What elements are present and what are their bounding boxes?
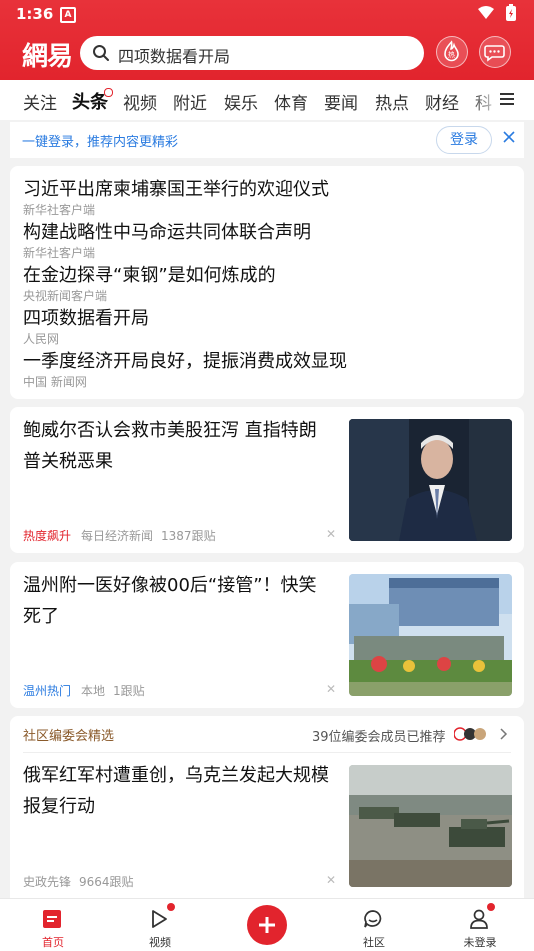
- nav-video[interactable]: 视频: [120, 899, 200, 951]
- divider: [23, 752, 511, 753]
- headline-title[interactable]: 构建战略性中马命运共同体联合声明: [23, 218, 311, 244]
- search-placeholder: 四项数据看开局: [118, 47, 231, 66]
- news-source: 每日经济新闻: [81, 529, 154, 543]
- news-image[interactable]: [349, 419, 512, 541]
- news-title[interactable]: 俄军红军村遭重创，乌克兰发起大规模报复行动: [23, 760, 333, 822]
- message-button[interactable]: [479, 36, 511, 68]
- news-comments: 9664跟贴: [79, 875, 134, 889]
- headline-source: 人民网: [23, 332, 60, 346]
- news-comments: 1387跟贴: [161, 529, 216, 543]
- headline-source: 新华社客户端: [23, 246, 96, 260]
- tab-entertainment[interactable]: 娱乐: [224, 89, 258, 114]
- news-comments: 1跟贴: [113, 684, 145, 698]
- nav-profile-dot: [487, 903, 495, 911]
- bottom-nav: 首页 视频 社区 未登录: [0, 898, 534, 951]
- close-icon[interactable]: [502, 130, 516, 144]
- status-bar: 1:36 A: [0, 0, 534, 28]
- search-bar[interactable]: 四项数据看开局: [80, 36, 424, 70]
- nav-profile[interactable]: 未登录: [440, 899, 520, 951]
- headline-title[interactable]: 习近平出席柬埔寨国王举行的欢迎仪式: [23, 175, 329, 201]
- nav-video-dot: [167, 903, 175, 911]
- news-image[interactable]: [349, 765, 512, 887]
- publish-button[interactable]: [247, 905, 287, 945]
- status-time: 1:36: [16, 5, 54, 23]
- tab-news[interactable]: 要闻: [324, 89, 358, 114]
- login-banner: 一键登录，推荐内容更精彩 登录: [10, 122, 524, 158]
- hot-icon: 热: [444, 40, 459, 62]
- user-icon: [470, 909, 488, 929]
- news-source: 本地: [81, 684, 106, 698]
- community-card[interactable]: 社区编委会精选 39位编委会成员已推荐 俄军红军村遭重创，乌克兰发起大规模报复行…: [10, 716, 524, 898]
- nav-home[interactable]: 首页: [13, 899, 93, 951]
- nav-community[interactable]: 社区: [334, 899, 414, 951]
- play-icon: [152, 910, 167, 928]
- headlines-card: 习近平出席柬埔寨国王举行的欢迎仪式 新华社客户端 构建战略性中马命运共同体联合声…: [10, 166, 524, 399]
- headline-source: 中国 新闻网: [23, 375, 87, 389]
- community-label: 社区编委会精选: [23, 729, 115, 744]
- news-image[interactable]: [349, 574, 512, 696]
- notification-icon: A: [60, 7, 76, 23]
- tab-nearby[interactable]: 附近: [173, 89, 207, 114]
- nav-home-label: 首页: [42, 936, 64, 949]
- local-tag: 温州热门: [23, 684, 72, 698]
- news-meta: 史政先锋 9664跟贴: [23, 873, 142, 890]
- community-icon: [364, 910, 382, 928]
- news-card[interactable]: 温州附一医好像被00后“接管”！快笑死了 温州热门 本地 1跟贴 ✕: [10, 562, 524, 708]
- community-recommend[interactable]: 39位编委会成员已推荐: [312, 726, 446, 745]
- headline-title[interactable]: 一季度经济开局良好，提振消费成效显现: [23, 347, 347, 373]
- hospital-image: [349, 574, 512, 696]
- search-icon: [93, 45, 109, 61]
- tab-sports[interactable]: 体育: [274, 89, 308, 114]
- nav-community-label: 社区: [363, 936, 385, 949]
- news-meta: 温州热门 本地 1跟贴: [23, 682, 153, 699]
- news-title[interactable]: 温州附一医好像被00后“接管”！快笑死了: [23, 570, 333, 632]
- news-card[interactable]: 鲍威尔否认会救市美股狂泻 直指特朗普关税恶果 热度飙升 每日经济新闻 1387跟贴 …: [10, 407, 524, 553]
- chevron-right-icon[interactable]: [500, 728, 508, 740]
- tanks-image: [349, 765, 512, 887]
- dismiss-icon[interactable]: ✕: [326, 873, 336, 887]
- editor-avatars: [454, 727, 486, 741]
- news-meta: 热度飙升 每日经济新闻 1387跟贴: [23, 527, 224, 544]
- tab-video[interactable]: 视频: [123, 89, 157, 114]
- app-header: 1:36 A 網易 四项数据看开局 热: [0, 0, 534, 80]
- tab-finance[interactable]: 财经: [425, 89, 459, 114]
- tabs-fade: [470, 80, 502, 120]
- dismiss-icon[interactable]: ✕: [326, 527, 336, 541]
- home-icon: [43, 910, 61, 928]
- channel-tabs: 关注 头条 视频 附近 娱乐 体育 要闻 热点 财经 科: [0, 80, 534, 120]
- headline-source: 新华社客户端: [23, 203, 96, 217]
- menu-icon[interactable]: [500, 92, 514, 106]
- hot-icon-label: 热: [448, 50, 455, 59]
- news-source: 史政先锋: [23, 875, 72, 889]
- login-prompt: 一键登录，推荐内容更精彩: [22, 135, 179, 150]
- app-logo: 網易: [22, 42, 73, 72]
- plus-icon: [259, 917, 275, 933]
- headline-title[interactable]: 在金边探寻“柬钢”是如何炼成的: [23, 261, 276, 287]
- headline-source: 央视新闻客户端: [23, 289, 108, 303]
- login-button[interactable]: 登录: [436, 126, 492, 154]
- tab-new-dot: [104, 88, 113, 97]
- tab-headlines[interactable]: 头条: [72, 88, 108, 114]
- portrait-image: [349, 419, 512, 541]
- dismiss-icon[interactable]: ✕: [326, 682, 336, 696]
- headline-title[interactable]: 四项数据看开局: [23, 304, 149, 330]
- news-title[interactable]: 鲍威尔否认会救市美股狂泻 直指特朗普关税恶果: [23, 415, 333, 477]
- hot-button[interactable]: 热: [436, 36, 468, 68]
- tab-hot[interactable]: 热点: [375, 89, 409, 114]
- chat-icon: [484, 45, 505, 62]
- trending-tag: 热度飙升: [23, 529, 72, 543]
- nav-video-label: 视频: [149, 936, 171, 949]
- wifi-battery-icon: [478, 4, 516, 21]
- tab-follow[interactable]: 关注: [23, 89, 57, 114]
- nav-profile-label: 未登录: [463, 936, 497, 949]
